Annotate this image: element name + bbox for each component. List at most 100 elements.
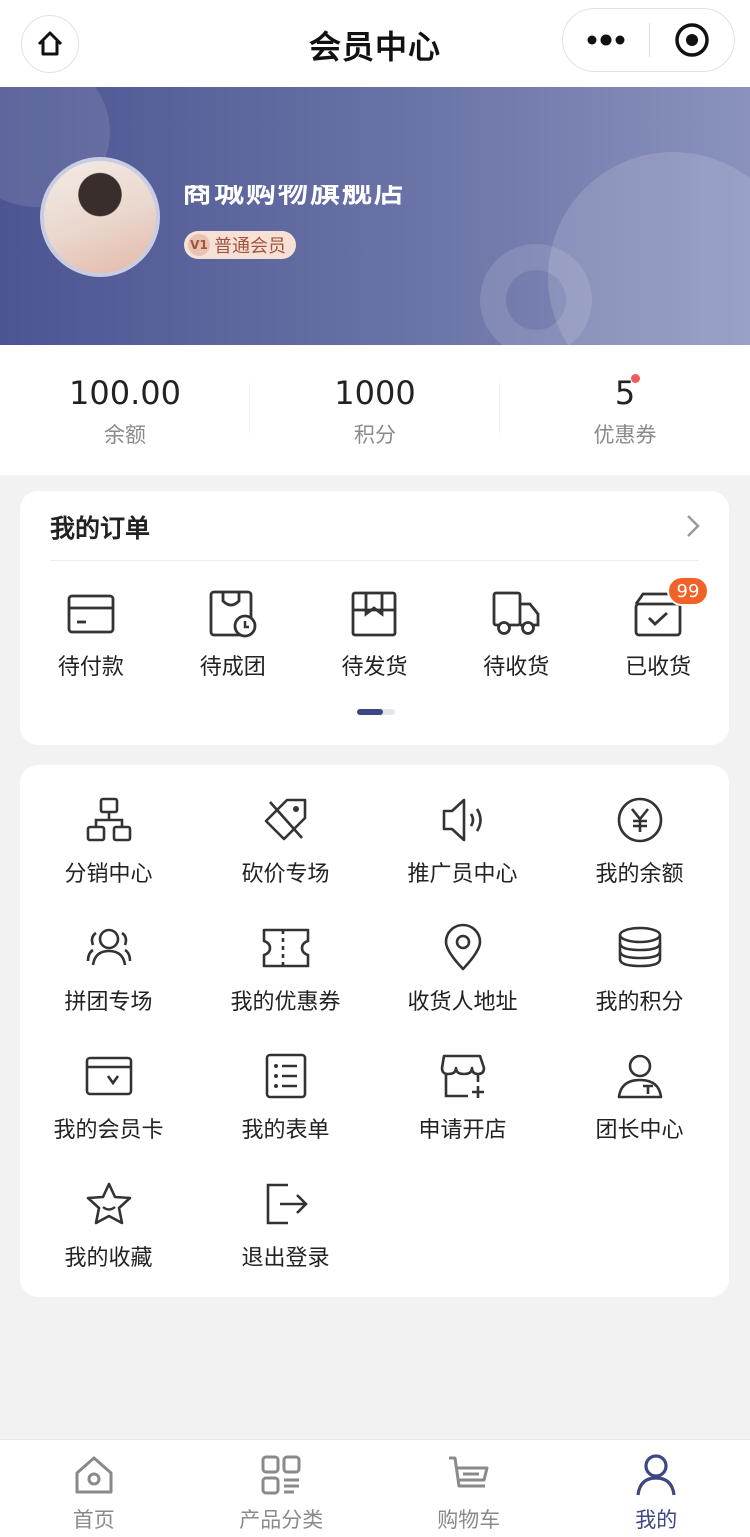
points-stat[interactable]: 1000 积分: [250, 345, 500, 475]
service-label: 团长中心: [595, 1118, 684, 1143]
card-icon: [67, 594, 115, 634]
org-chart-icon: [86, 797, 131, 842]
order-item-label: 待成团: [199, 655, 266, 680]
service-open-store[interactable]: 申请开店: [374, 1051, 551, 1144]
chevron-right-icon: [687, 515, 700, 537]
service-label: 退出登录: [241, 1246, 330, 1271]
shop-name: 商城购物旗舰店: [182, 185, 406, 209]
service-label: 收货人地址: [407, 990, 518, 1015]
level-icon: V1: [188, 234, 210, 256]
location-icon: [444, 923, 481, 971]
service-label: 申请开店: [418, 1118, 507, 1143]
star-icon: [86, 1182, 131, 1225]
service-shipping-address[interactable]: 收货人地址: [374, 923, 551, 1016]
service-distribution-center[interactable]: 分销中心: [20, 795, 197, 888]
service-logout[interactable]: 退出登录: [197, 1179, 374, 1272]
tab-label: 我的: [635, 1508, 678, 1532]
home-icon: [75, 1456, 113, 1494]
order-item-label: 待收货: [483, 655, 550, 680]
service-leader-center[interactable]: 团长中心: [551, 1051, 728, 1144]
order-divider: [50, 560, 699, 561]
close-miniprogram-button[interactable]: [650, 9, 734, 71]
service-my-points[interactable]: 我的积分: [551, 923, 728, 1016]
coupon-value: 5: [614, 374, 636, 412]
bag-clock-icon: [209, 590, 257, 638]
tab-category[interactable]: 产品分类: [188, 1440, 376, 1537]
balance-stat[interactable]: 100.00 余额: [0, 345, 250, 475]
order-item-label: 待付款: [57, 655, 124, 680]
service-my-forms[interactable]: 我的表单: [197, 1051, 374, 1144]
service-label: 我的余额: [595, 862, 684, 887]
service-label: 我的收藏: [64, 1246, 153, 1271]
service-label: 砍价专场: [241, 862, 330, 887]
bottom-tab-bar: 首页 产品分类 购物车 我的: [0, 1439, 750, 1537]
order-scroll-indicator: [357, 709, 395, 715]
points-label: 积分: [354, 423, 396, 447]
truck-icon: [492, 591, 540, 635]
order-more-button[interactable]: [685, 513, 701, 539]
category-icon: [261, 1455, 301, 1495]
coupon-label: 优惠券: [593, 423, 657, 447]
order-scroll-indicator-active: [357, 709, 383, 715]
cart-icon: [448, 1456, 489, 1488]
tab-label: 购物车: [437, 1508, 501, 1532]
form-list-icon: [265, 1053, 306, 1099]
member-card-icon: [85, 1056, 132, 1096]
tab-home[interactable]: 首页: [0, 1440, 188, 1537]
balance-label: 余额: [104, 423, 146, 447]
tab-cart[interactable]: 购物车: [375, 1440, 563, 1537]
service-label: 分销中心: [64, 862, 153, 887]
ticket-icon: [262, 928, 309, 968]
order-item-label: 已收货: [625, 655, 692, 680]
logout-icon: [266, 1183, 308, 1225]
service-label: 我的优惠券: [230, 990, 341, 1015]
avatar[interactable]: [40, 157, 160, 277]
tab-label: 首页: [72, 1508, 115, 1532]
service-label: 推广员中心: [407, 862, 518, 887]
coins-stack-icon: [618, 926, 661, 968]
member-level-badge[interactable]: V1 普通会员: [184, 231, 296, 259]
service-label: 我的会员卡: [53, 1118, 164, 1143]
capsule-menu: [562, 8, 735, 72]
service-label: 我的表单: [241, 1118, 330, 1143]
service-grid: 分销中心 砍价专场 推广员中心 我的余额 拼团专场 我的优惠券 收货人地址 我的…: [20, 765, 729, 1297]
order-pending-payment[interactable]: 待付款: [20, 589, 162, 681]
speaker-icon: [442, 798, 482, 842]
service-label: 拼团专场: [64, 990, 153, 1015]
banner-decor: [480, 244, 592, 345]
order-received[interactable]: 已收货: [587, 589, 729, 681]
service-group-buy[interactable]: 拼团专场: [20, 923, 197, 1016]
service-label: 我的积分: [595, 990, 684, 1015]
more-button[interactable]: [563, 9, 649, 71]
tab-mine[interactable]: 我的: [563, 1440, 750, 1537]
balance-value: 100.00: [69, 374, 181, 412]
points-value: 1000: [334, 374, 416, 412]
more-icon: [587, 34, 625, 46]
leader-icon: [617, 1054, 662, 1099]
yen-coin-icon: [617, 797, 662, 843]
service-member-card[interactable]: 我的会员卡: [20, 1051, 197, 1144]
order-title[interactable]: 我的订单: [50, 509, 150, 545]
service-my-coupons[interactable]: 我的优惠券: [197, 923, 374, 1016]
member-level-text: 普通会员: [214, 236, 286, 257]
order-pending-shipment[interactable]: 待发货: [304, 589, 446, 681]
store-add-icon: [440, 1054, 485, 1098]
service-my-favorites[interactable]: 我的收藏: [20, 1179, 197, 1272]
order-item-label: 待发货: [341, 655, 408, 680]
user-icon: [636, 1454, 676, 1496]
order-card: 我的订单 待付款 待成团 待发货 待收货 已收货: [20, 491, 729, 745]
member-banner: 商城购物旗舰店 V1 普通会员: [0, 87, 750, 345]
service-promoter-center[interactable]: 推广员中心: [374, 795, 551, 888]
coupon-stat[interactable]: 5 优惠券: [500, 345, 750, 475]
target-icon: [675, 23, 709, 57]
group-icon: [86, 928, 131, 966]
order-pending-group[interactable]: 待成团: [162, 589, 304, 681]
order-pending-receipt[interactable]: 待收货: [445, 589, 587, 681]
service-my-balance[interactable]: 我的余额: [551, 795, 728, 888]
tab-label: 产品分类: [239, 1508, 324, 1532]
account-stats: 100.00 余额 1000 积分 5 优惠券: [0, 345, 750, 475]
top-nav-bar: 会员中心: [0, 0, 750, 87]
coupon-new-dot: [631, 374, 640, 383]
service-bargain-zone[interactable]: 砍价专场: [197, 795, 374, 888]
price-tag-icon: [264, 798, 306, 841]
